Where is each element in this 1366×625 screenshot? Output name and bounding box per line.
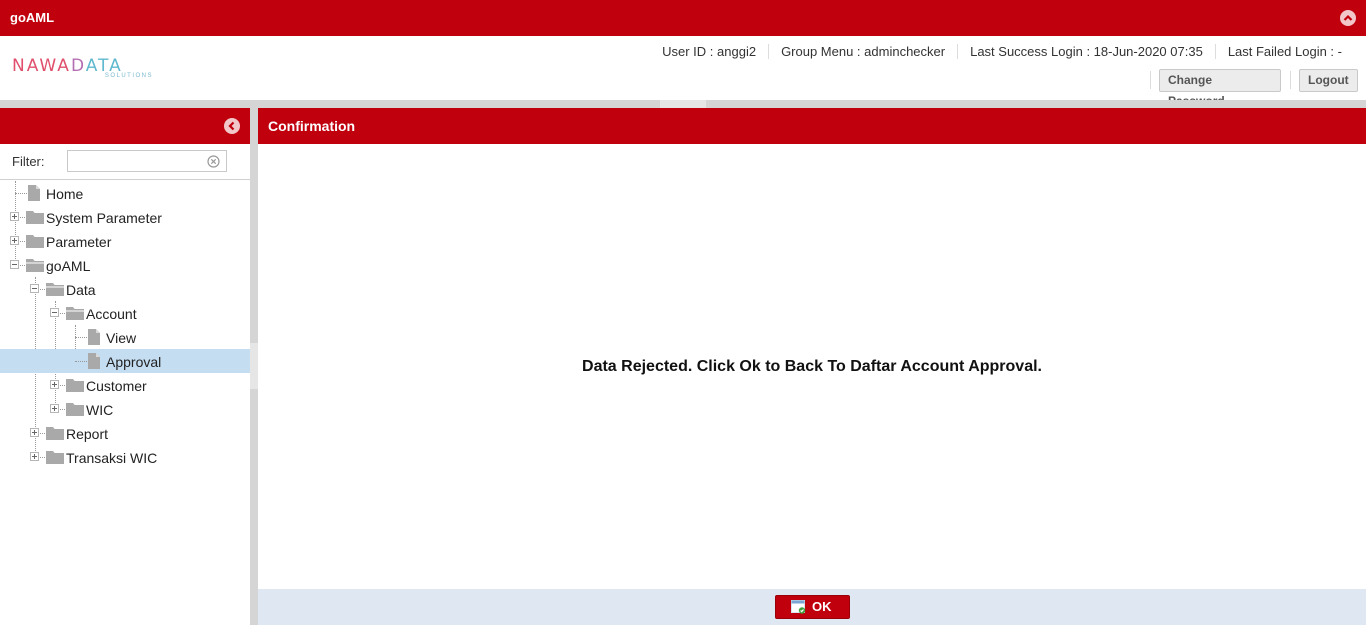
folder-icon [46,451,64,464]
tree-item-approval[interactable]: Approval [0,349,250,373]
expand-icon[interactable] [10,236,19,245]
sidebar: Filter: Home System Parameter Parameter [0,108,250,625]
tree-item-report[interactable]: Report [0,421,250,445]
tree-item-wic[interactable]: WIC [0,397,250,421]
user-id: User ID : anggi2 [662,44,757,59]
filter-row: Filter: [0,144,250,180]
navigation-tree: Home System Parameter Parameter goAML Da… [0,181,250,469]
chevron-left-icon[interactable] [224,118,240,134]
folder-open-icon [46,283,64,296]
change-password-button[interactable]: Change Password [1159,69,1281,108]
vertical-splitter[interactable] [250,108,258,625]
divider [1150,71,1151,89]
expand-icon[interactable] [50,404,59,413]
sidebar-header [0,108,250,144]
tree-item-parameter[interactable]: Parameter [0,229,250,253]
divider [1290,71,1291,89]
ok-window-icon [791,600,806,614]
nawadata-logo: NAWADATA SOLUTIONS [12,56,153,79]
folder-icon [26,235,44,248]
title-bar: goAML [0,0,1366,36]
page-icon [88,353,100,369]
panel-title: Confirmation [258,108,1366,144]
collapse-header-icon[interactable] [1340,10,1356,26]
user-info-bar: User ID : anggi2 Group Menu : admincheck… [650,44,1354,59]
tree-item-system-parameter[interactable]: System Parameter [0,205,250,229]
page-icon [28,185,40,201]
filter-input[interactable] [67,150,227,172]
filter-label: Filter: [12,154,45,169]
folder-open-icon [66,307,84,320]
ok-button-label: OK [812,599,832,614]
tree-item-customer[interactable]: Customer [0,373,250,397]
folder-icon [46,427,64,440]
clear-icon[interactable] [207,155,220,168]
splitter-grip[interactable] [250,343,258,389]
confirmation-panel: Confirmation Data Rejected. Click Ok to … [258,108,1366,625]
panel-footer: OK [258,589,1366,625]
tree-item-account[interactable]: Account [0,301,250,325]
tree-item-home[interactable]: Home [0,181,250,205]
page-icon [88,329,100,345]
expand-icon[interactable] [10,212,19,221]
horizontal-splitter[interactable] [0,100,1366,108]
folder-icon [66,379,84,392]
last-failed-login: Last Failed Login : - [1214,44,1354,59]
folder-open-icon [26,259,44,272]
expand-icon[interactable] [50,380,59,389]
confirmation-message: Data Rejected. Click Ok to Back To Dafta… [582,358,1042,375]
group-menu: Group Menu : adminchecker [768,44,957,59]
ok-button[interactable]: OK [775,595,850,619]
logout-button[interactable]: Logout [1299,69,1358,92]
tree-item-data[interactable]: Data [0,277,250,301]
tree-item-goaml[interactable]: goAML [0,253,250,277]
collapse-icon[interactable] [30,284,39,293]
collapse-icon[interactable] [10,260,19,269]
collapse-icon[interactable] [50,308,59,317]
tree-item-view[interactable]: View [0,325,250,349]
expand-icon[interactable] [30,428,39,437]
app-title: goAML [10,10,55,25]
header: NAWADATA SOLUTIONS User ID : anggi2 Grou… [0,36,1366,108]
folder-icon [66,403,84,416]
tree-item-transaksi-wic[interactable]: Transaksi WIC [0,445,250,469]
splitter-grip[interactable] [660,100,706,108]
folder-icon [26,211,44,224]
expand-icon[interactable] [30,452,39,461]
last-success-login: Last Success Login : 18-Jun-2020 07:35 [957,44,1215,59]
